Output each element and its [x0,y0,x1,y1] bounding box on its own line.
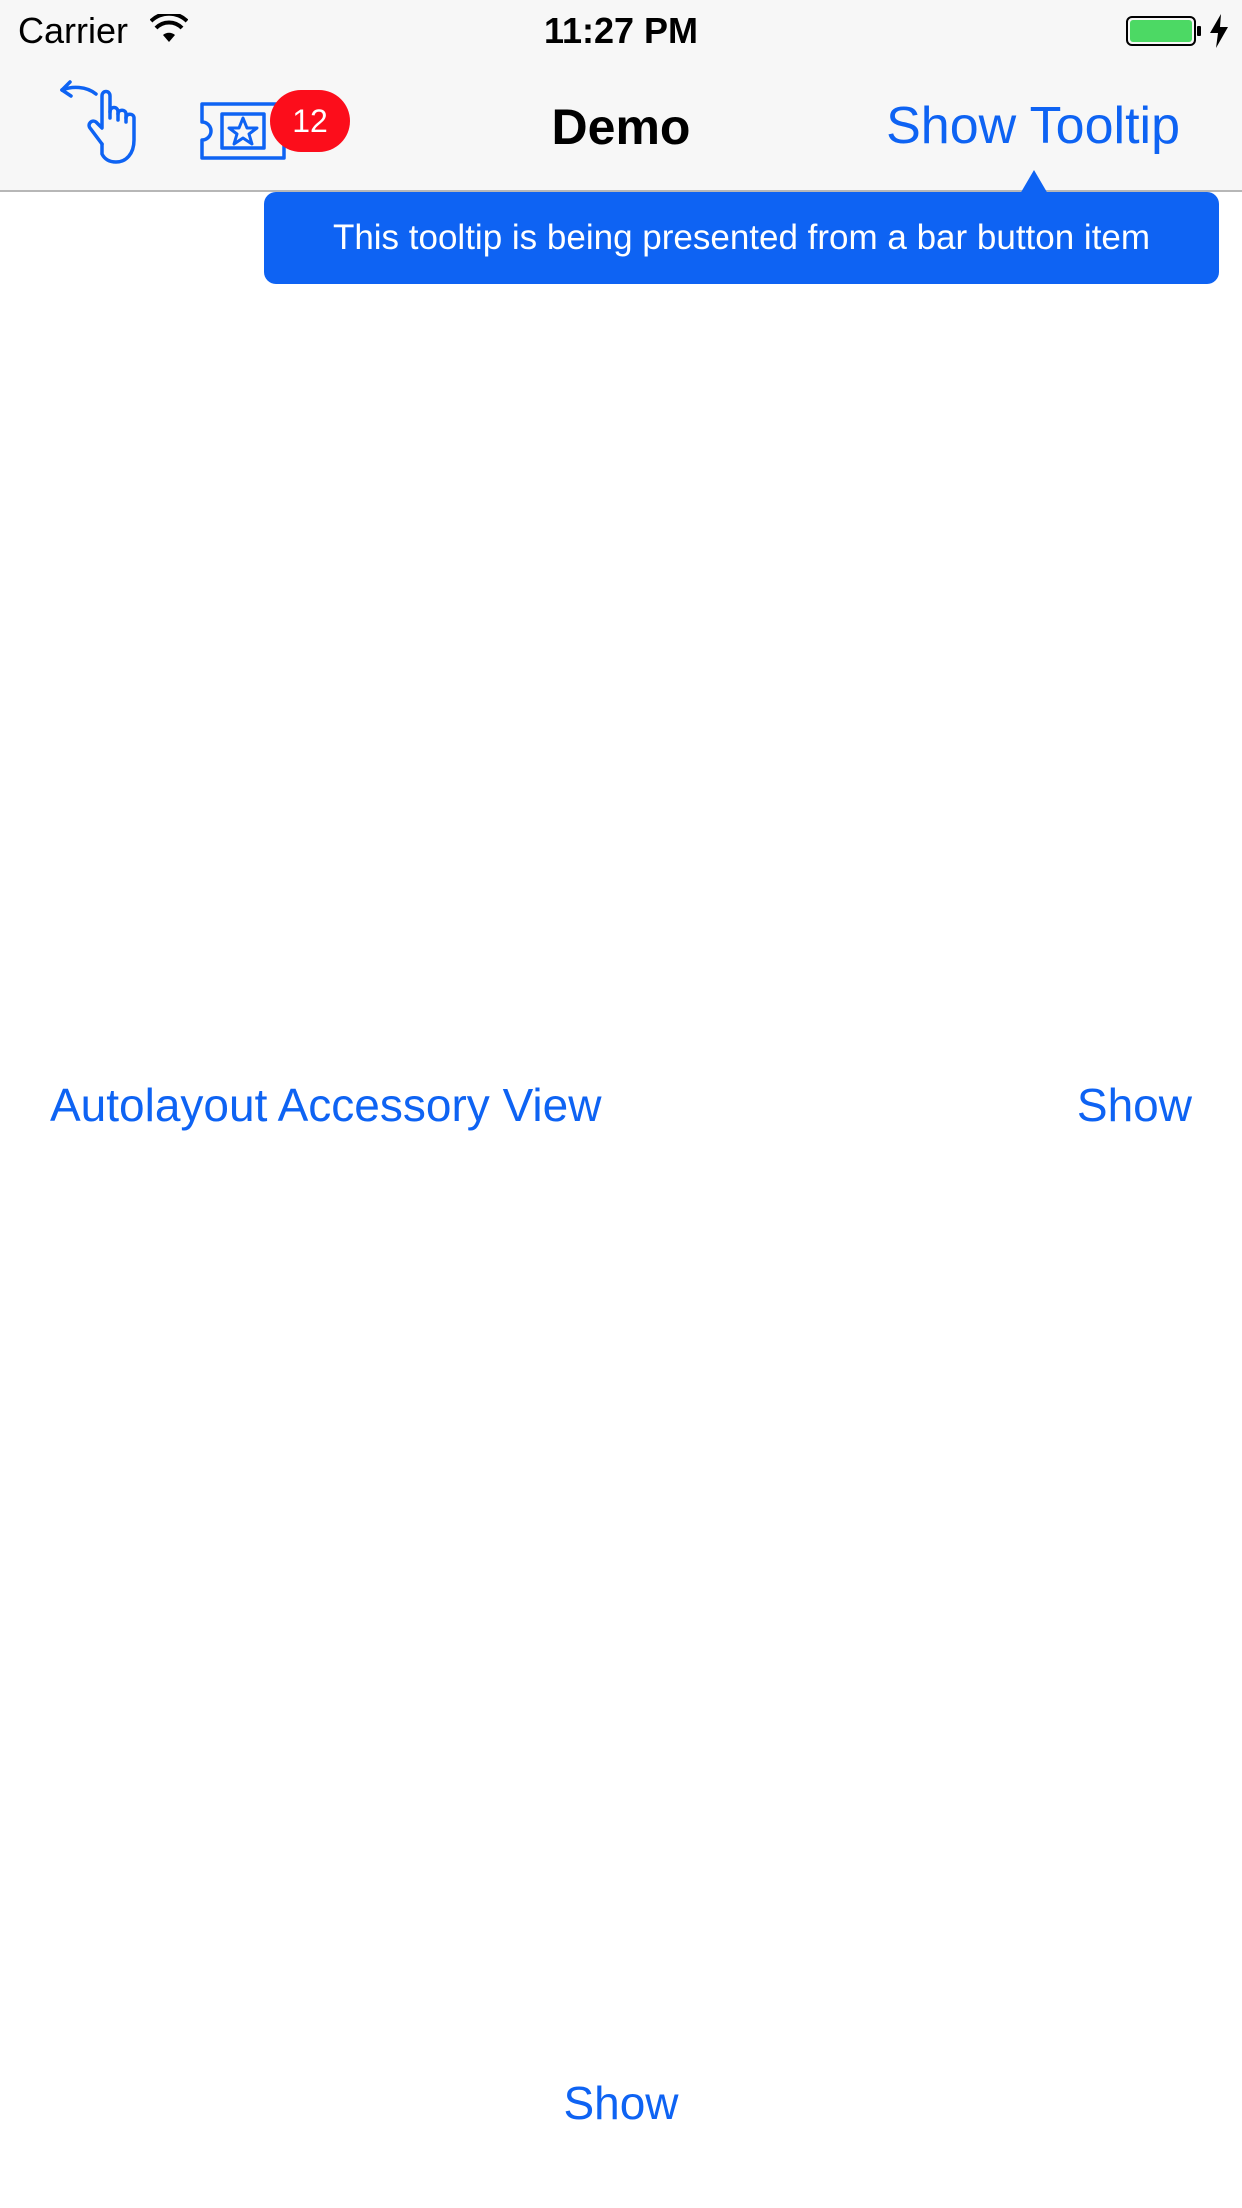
charging-icon [1210,14,1228,48]
tooltip[interactable]: This tooltip is being presented from a b… [264,192,1219,284]
show-tooltip-button[interactable]: Show Tooltip [886,96,1180,156]
status-bar: Carrier 11:27 PM [0,0,1242,60]
screen: Carrier 11:27 PM 12 Demo Show Tooltip Th… [0,0,1242,2208]
accessory-show-button[interactable]: Show [1077,1078,1192,1132]
battery-icon [1126,16,1201,46]
status-time: 11:27 PM [543,10,699,51]
tooltip-arrow [1020,170,1048,194]
navigation-bar: 12 Demo Show Tooltip [0,60,1242,192]
autolayout-accessory-view-label[interactable]: Autolayout Accessory View [50,1078,601,1132]
bottom-show-button[interactable]: Show [0,2076,1242,2130]
